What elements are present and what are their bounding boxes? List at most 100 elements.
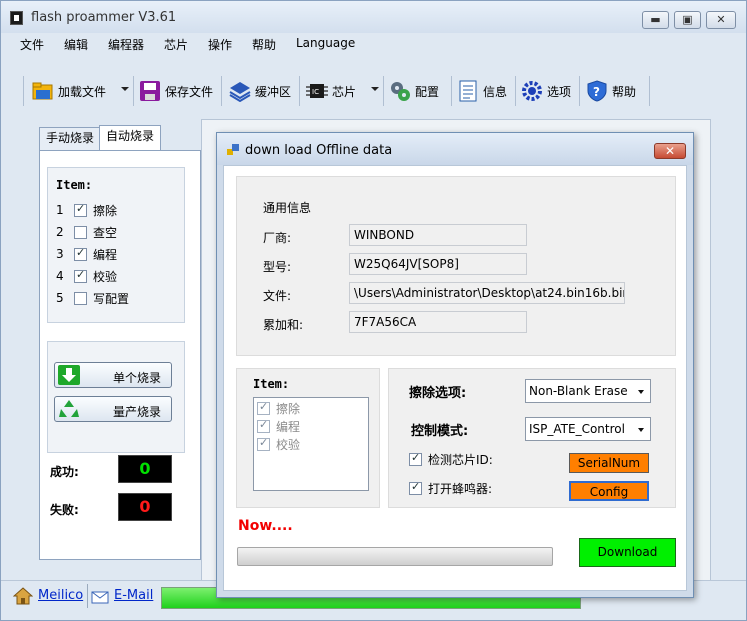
general-info-title: 通用信息	[263, 201, 312, 215]
program-checkbox[interactable]	[74, 246, 87, 261]
fail-count: 0	[118, 493, 172, 521]
meilico-link[interactable]: Meilico	[38, 588, 83, 603]
load-file-button[interactable]: 加载文件	[32, 77, 106, 105]
dialog-icon	[227, 144, 239, 156]
layers-icon	[229, 80, 251, 103]
general-info-panel: 通用信息 厂商: WINBOND 型号: W25Q64JV[SOP8] 文件: …	[236, 176, 676, 356]
toolbar-separator	[23, 76, 24, 106]
help-shield-icon: ?	[586, 80, 608, 102]
detect-chip-id-row: 检测芯片ID:	[409, 451, 493, 467]
tab-auto-burn[interactable]: 自动烧录	[99, 125, 162, 151]
single-burn-label: 单个烧录	[113, 371, 162, 385]
options-button[interactable]: 选项	[521, 77, 571, 105]
menu-file[interactable]: 文件	[20, 36, 44, 53]
status-label: Now....	[238, 518, 293, 534]
control-mode-value: ISP_ATE_Control	[529, 422, 625, 436]
erase-checkbox[interactable]	[74, 202, 87, 217]
download-button[interactable]: Download	[579, 538, 676, 567]
tab-manual-burn[interactable]: 手动烧录	[39, 127, 102, 150]
buffer-button[interactable]: 缓冲区	[229, 77, 291, 105]
home-icon	[12, 587, 34, 608]
checksum-label: 累加和:	[263, 318, 304, 332]
mass-burn-label: 量产烧录	[113, 405, 162, 419]
dialog-erase-checkbox[interactable]	[257, 400, 270, 415]
detect-chip-id-checkbox[interactable]	[409, 451, 422, 466]
help-button[interactable]: ? 帮助	[586, 77, 636, 105]
toolbar-separator	[383, 76, 384, 106]
toolbar-separator	[579, 76, 580, 106]
load-file-label: 加载文件	[58, 84, 107, 99]
control-mode-label: 控制模式:	[411, 424, 469, 439]
item-title: Item:	[56, 178, 93, 192]
control-mode-select[interactable]: ISP_ATE_Control	[525, 417, 651, 441]
item-group: Item: 1 擦除 2 查空 3 编程 4	[47, 167, 185, 323]
chip-button[interactable]: IC 芯片	[306, 77, 356, 105]
success-label: 成功:	[50, 465, 79, 479]
save-file-button[interactable]: 保存文件	[139, 77, 213, 105]
menu-operation[interactable]: 操作	[208, 36, 232, 53]
menu-programmer[interactable]: 编程器	[108, 36, 144, 53]
burn-button-group: 单个烧录 量产烧录	[47, 341, 185, 453]
email-link[interactable]: E-Mail	[114, 588, 153, 603]
close-button[interactable]: ✕	[706, 11, 736, 29]
file-field: \Users\Administrator\Desktop\at24.bin16b…	[349, 282, 625, 304]
load-file-dropdown-icon[interactable]	[121, 87, 129, 91]
item-label: 校验	[93, 269, 118, 284]
list-item: 3 编程	[56, 246, 117, 262]
item-label: 擦除	[276, 401, 301, 416]
model-label: 型号:	[263, 260, 292, 274]
dialog-item-title: Item:	[253, 377, 290, 391]
blank-check-checkbox[interactable]	[74, 225, 87, 239]
menu-help[interactable]: 帮助	[252, 36, 276, 53]
open-buzzer-checkbox[interactable]	[409, 480, 422, 495]
item-label: 写配置	[93, 291, 130, 306]
dialog-close-button[interactable]: ✕	[654, 143, 686, 159]
item-label: 编程	[93, 247, 118, 262]
vendor-field: WINBOND	[349, 224, 527, 246]
dialog-body: 通用信息 厂商: WINBOND 型号: W25Q64JV[SOP8] 文件: …	[223, 165, 687, 591]
toolbar-separator	[649, 76, 650, 106]
window-title: flash proammer V3.61	[31, 10, 177, 25]
list-item: 擦除	[257, 400, 300, 416]
list-item: 校验	[257, 436, 300, 452]
statusbar-separator	[87, 584, 88, 608]
erase-option-label: 擦除选项:	[409, 386, 467, 401]
serial-num-button[interactable]: SerialNum	[569, 453, 649, 473]
menu-language[interactable]: Language	[296, 36, 355, 50]
maximize-button[interactable]: ▣	[674, 11, 701, 29]
dialog-program-checkbox[interactable]	[257, 418, 270, 433]
checksum-field: 7F7A56CA	[349, 311, 527, 333]
svg-text:IC: IC	[312, 88, 319, 96]
erase-option-select[interactable]: Non-Blank Erase	[525, 379, 651, 403]
write-config-checkbox[interactable]	[74, 291, 87, 305]
info-button[interactable]: 信息	[457, 77, 507, 105]
single-burn-button[interactable]: 单个烧录	[54, 362, 172, 388]
menu-chip[interactable]: 芯片	[164, 36, 188, 53]
menu-edit[interactable]: 编辑	[64, 36, 88, 53]
file-label: 文件:	[263, 289, 292, 303]
buffer-label: 缓冲区	[255, 84, 292, 99]
mass-burn-button[interactable]: 量产烧录	[54, 396, 172, 422]
item-label: 查空	[93, 225, 118, 240]
item-number: 2	[56, 225, 64, 239]
left-panel: 手动烧录 自动烧录 Item: 1 擦除 2 查空 3 编程	[1, 125, 201, 567]
toolbar-separator	[133, 76, 134, 106]
dialog-verify-checkbox[interactable]	[257, 436, 270, 451]
toolbar-separator	[221, 76, 222, 106]
minimize-button[interactable]: ▬	[642, 11, 669, 29]
verify-checkbox[interactable]	[74, 268, 87, 283]
chip-dropdown-icon[interactable]	[371, 87, 379, 91]
help-label: 帮助	[612, 84, 637, 99]
config-dialog-button[interactable]: Config	[569, 481, 649, 501]
gears-icon	[389, 80, 411, 102]
download-offline-dialog: down load Offline data ✕ 通用信息 厂商: WINBON…	[216, 132, 694, 598]
config-button[interactable]: 配置	[389, 77, 439, 105]
erase-option-value: Non-Blank Erase	[529, 384, 628, 398]
dialog-item-panel: Item: 擦除 编程 校验	[236, 368, 380, 508]
chip-label: 芯片	[332, 84, 357, 99]
list-item: 1 擦除	[56, 202, 117, 218]
chevron-down-icon	[638, 428, 644, 432]
item-number: 4	[56, 269, 64, 283]
dialog-title-bar: down load Offline data ✕	[217, 133, 693, 165]
item-number: 1	[56, 203, 64, 217]
